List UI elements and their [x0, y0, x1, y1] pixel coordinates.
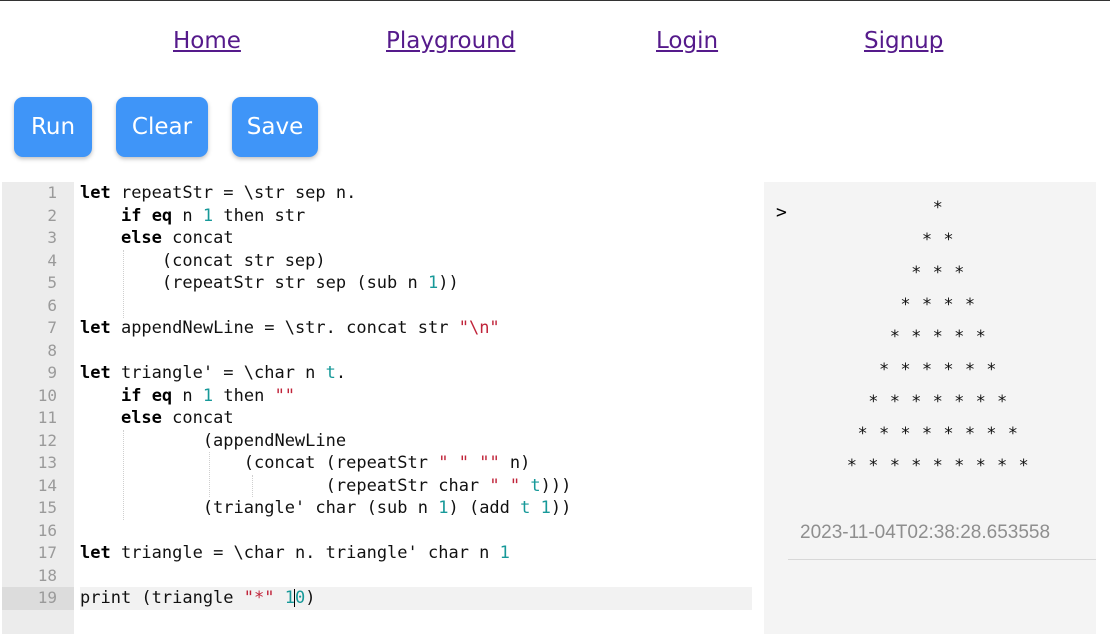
line-number: 9	[47, 363, 57, 382]
output-line: * * * * *	[889, 327, 987, 348]
line-number: 7	[47, 318, 57, 337]
output-line: * * * * * *	[878, 359, 998, 380]
code-line[interactable]	[80, 565, 752, 588]
output-line: * * *	[911, 262, 965, 283]
run-timestamp: 2023-11-04T02:38:28.653558	[800, 522, 1051, 543]
code-line[interactable]: if eq n 1 then ""	[80, 385, 752, 408]
clear-button[interactable]: Clear	[116, 97, 208, 157]
line-number-gutter: 1 2 3 4 5 6 7 8 9 10 11 12 13 14 15 16 17 18 19	[2, 182, 74, 634]
nav-login-link[interactable]: Login	[656, 28, 718, 54]
line-number: 13	[37, 453, 57, 472]
code-line[interactable]	[80, 340, 752, 363]
nav-signup-link[interactable]: Signup	[864, 28, 943, 54]
output-line: *	[932, 198, 944, 218]
line-number: 5	[47, 273, 57, 292]
line-number: 6	[47, 295, 57, 315]
output-line: * * * * * * * * *	[846, 456, 1030, 477]
code-line[interactable]: (repeatStr str sep (sub n 1))	[80, 272, 752, 295]
code-line[interactable]	[80, 295, 752, 318]
code-line[interactable]: (concat str sep)	[80, 250, 752, 273]
line-number: 19	[2, 587, 74, 610]
line-number: 11	[37, 408, 57, 427]
line-number: 10	[37, 385, 57, 405]
line-number: 8	[47, 340, 57, 360]
code-line[interactable]: let repeatStr = \str sep n.	[80, 182, 752, 205]
line-number: 16	[37, 520, 57, 540]
run-button[interactable]: Run	[14, 97, 92, 157]
code-line[interactable]: (repeatStr char " " t)))	[80, 475, 752, 498]
line-number: 3	[47, 228, 57, 247]
code-line[interactable]: if eq n 1 then str	[80, 205, 752, 228]
code-line[interactable]	[80, 520, 752, 543]
output-line: * *	[921, 230, 955, 251]
code-line[interactable]: let appendNewLine = \str. concat str "\n…	[80, 317, 752, 340]
code-editor[interactable]: 1 2 3 4 5 6 7 8 9 10 11 12 13 14 15 16 17 18 19 let repeat…	[2, 182, 752, 634]
line-number: 1	[47, 183, 57, 202]
output-panel: > * * * * * * * * * * * * * * * * * * * * * * …	[764, 182, 1096, 634]
code-line[interactable]: let triangle = \char n. triangle' char n…	[80, 542, 752, 565]
line-number: 12	[37, 430, 57, 450]
code-line[interactable]: else concat	[80, 407, 752, 430]
line-number: 2	[47, 205, 57, 225]
code-line[interactable]: print (triangle "*" 10)	[80, 587, 752, 610]
output-line: * * * *	[900, 294, 976, 315]
code-line[interactable]: (appendNewLine	[80, 430, 752, 453]
nav-playground-link[interactable]: Playground	[386, 28, 515, 54]
line-number: 15	[37, 498, 57, 517]
line-number: 14	[37, 475, 57, 495]
line-number: 18	[37, 565, 57, 585]
nav-home-link[interactable]: Home	[173, 28, 241, 54]
line-number: 17	[37, 543, 57, 562]
line-number: 4	[47, 250, 57, 270]
save-button[interactable]: Save	[232, 97, 318, 157]
code-line[interactable]: let triangle' = \char n t.	[80, 362, 752, 385]
code-line[interactable]: (concat (repeatStr " " "" n)	[80, 452, 752, 475]
output-line: * * * * * * * *	[857, 424, 1019, 445]
output-divider	[788, 559, 1096, 560]
output-line: * * * * * * *	[868, 391, 1008, 412]
code-line[interactable]: (triangle' char (sub n 1) (add t 1))	[80, 497, 752, 520]
code-line[interactable]: else concat	[80, 227, 752, 250]
